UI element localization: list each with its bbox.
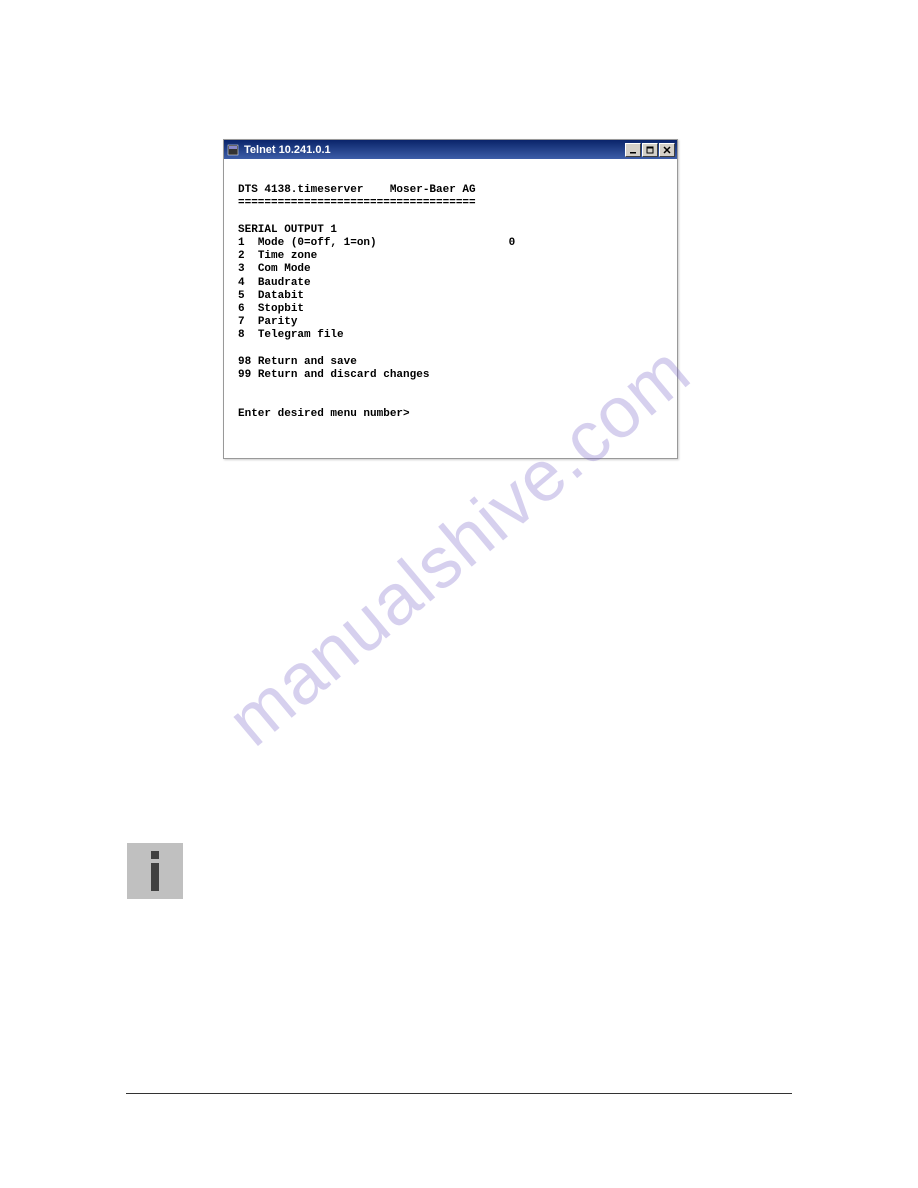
menu-row: 2 Time zone	[238, 250, 317, 262]
app-icon	[226, 143, 240, 157]
window-titlebar[interactable]: Telnet 10.241.0.1	[224, 140, 677, 159]
menu-row: 8 Telegram file	[238, 329, 344, 341]
menu-row: 99 Return and discard changes	[238, 369, 429, 381]
maximize-button[interactable]	[642, 143, 658, 157]
menu-row: 4 Baudrate	[238, 277, 311, 289]
minimize-button[interactable]	[625, 143, 641, 157]
close-button[interactable]	[659, 143, 675, 157]
menu-row: 98 Return and save	[238, 356, 357, 368]
info-icon	[127, 843, 183, 899]
section-title: SERIAL OUTPUT 1	[238, 224, 337, 236]
prompt-line: Enter desired menu number>	[238, 408, 410, 420]
terminal-output[interactable]: DTS 4138.timeserver Moser-Baer AG ======…	[224, 159, 677, 458]
menu-row: 1 Mode (0=off, 1=on) 0	[238, 237, 515, 249]
header-divider: ====================================	[238, 197, 476, 209]
menu-row: 7 Parity	[238, 316, 297, 328]
window-title: Telnet 10.241.0.1	[244, 144, 625, 156]
header-line: DTS 4138.timeserver Moser-Baer AG	[238, 184, 476, 196]
telnet-window: Telnet 10.241.0.1 DTS 4138.timeserver Mo…	[223, 139, 678, 459]
window-controls	[625, 143, 675, 157]
menu-row: 5 Databit	[238, 290, 304, 302]
menu-row: 3 Com Mode	[238, 263, 311, 275]
footer-divider	[126, 1093, 792, 1094]
menu-row: 6 Stopbit	[238, 303, 304, 315]
